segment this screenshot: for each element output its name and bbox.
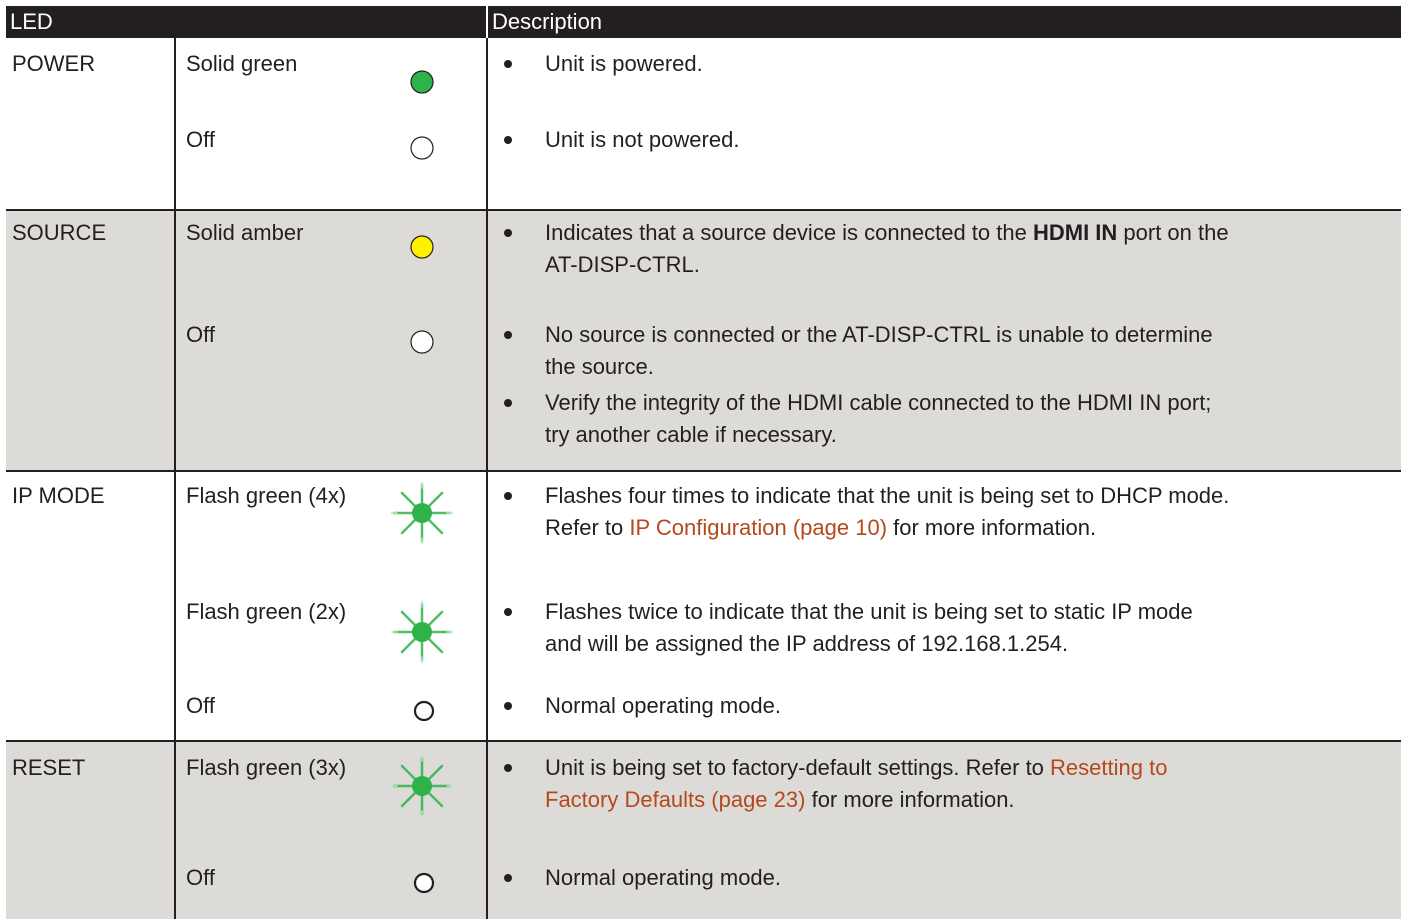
header-led: LED — [6, 6, 486, 38]
group-source: SOURCE Solid amber Indicates that a sour… — [6, 211, 1401, 470]
led-state: Off — [186, 127, 215, 152]
led-flash-green-icon — [391, 601, 453, 663]
description-text: the source. — [545, 354, 654, 379]
description-text: Indicates that a source device is connec… — [545, 220, 1229, 245]
group-reset: RESET Flash green (3x) Unit is being set… — [6, 742, 1401, 919]
group-power: POWER Solid green Unit is powered. Off U… — [6, 38, 1401, 209]
bullet — [504, 60, 512, 68]
led-flash-green-icon — [391, 755, 453, 817]
description-text: Flashes twice to indicate that the unit … — [545, 599, 1193, 624]
group-name-ip-mode: IP MODE — [12, 483, 105, 508]
description-text: Factory Defaults (page 23) for more info… — [545, 787, 1015, 812]
description-text: Normal operating mode. — [545, 693, 782, 718]
group-name-reset: RESET — [12, 755, 86, 780]
group-name-source: SOURCE — [12, 220, 107, 245]
led-state: Off — [186, 865, 215, 890]
led-off-icon — [410, 136, 434, 160]
bullet — [504, 702, 512, 710]
group-name-power: POWER — [12, 51, 96, 76]
led-flash-green-icon — [391, 482, 453, 544]
description-text: Unit is not powered. — [545, 127, 740, 152]
bullet — [504, 331, 512, 339]
description-text: Normal operating mode. — [545, 865, 782, 890]
led-state: Off — [186, 693, 215, 718]
link-ip-configuration[interactable]: IP Configuration (page 10) — [629, 515, 887, 540]
bullet — [504, 764, 512, 772]
description-text: Unit is being set to factory-default set… — [545, 755, 1168, 780]
led-off-icon — [413, 700, 435, 722]
bullet — [504, 492, 512, 500]
bullet — [504, 136, 512, 144]
description-text: No source is connected or the AT-DISP-CT… — [545, 322, 1213, 347]
led-state: Solid green — [186, 51, 298, 76]
led-state: Off — [186, 322, 215, 347]
led-solid-green-icon — [410, 70, 434, 94]
group-ip-mode: IP MODE Flash green (4x) Flashes four ti… — [6, 472, 1401, 740]
led-table: LED Description POWER Solid green Unit i… — [6, 6, 1401, 919]
description-text: and will be assigned the IP address of 1… — [545, 631, 1069, 656]
led-state: Solid amber — [186, 220, 304, 245]
bullet — [504, 399, 512, 407]
description-text: Flashes four times to indicate that the … — [545, 483, 1230, 508]
description-text: Verify the integrity of the HDMI cable c… — [545, 390, 1212, 415]
led-off-icon — [413, 872, 435, 894]
description-text: AT-DISP-CTRL. — [545, 252, 700, 277]
led-off-icon — [410, 330, 434, 354]
description-text: try another cable if necessary. — [545, 422, 837, 447]
bullet — [504, 229, 512, 237]
led-state: Flash green (4x) — [186, 483, 347, 508]
led-state: Flash green (2x) — [186, 599, 347, 624]
link-resetting-to-factory-defaults[interactable]: Resetting to — [1050, 755, 1167, 780]
link-resetting-to-factory-defaults[interactable]: Factory Defaults (page 23) — [545, 787, 805, 812]
led-state: Flash green (3x) — [186, 755, 347, 780]
led-solid-amber-icon — [410, 235, 434, 259]
bullet — [504, 608, 512, 616]
description-text: Refer to IP Configuration (page 10) for … — [545, 515, 1097, 540]
header-description: Description — [488, 6, 1401, 38]
description-text: Unit is powered. — [545, 51, 703, 76]
bullet — [504, 874, 512, 882]
